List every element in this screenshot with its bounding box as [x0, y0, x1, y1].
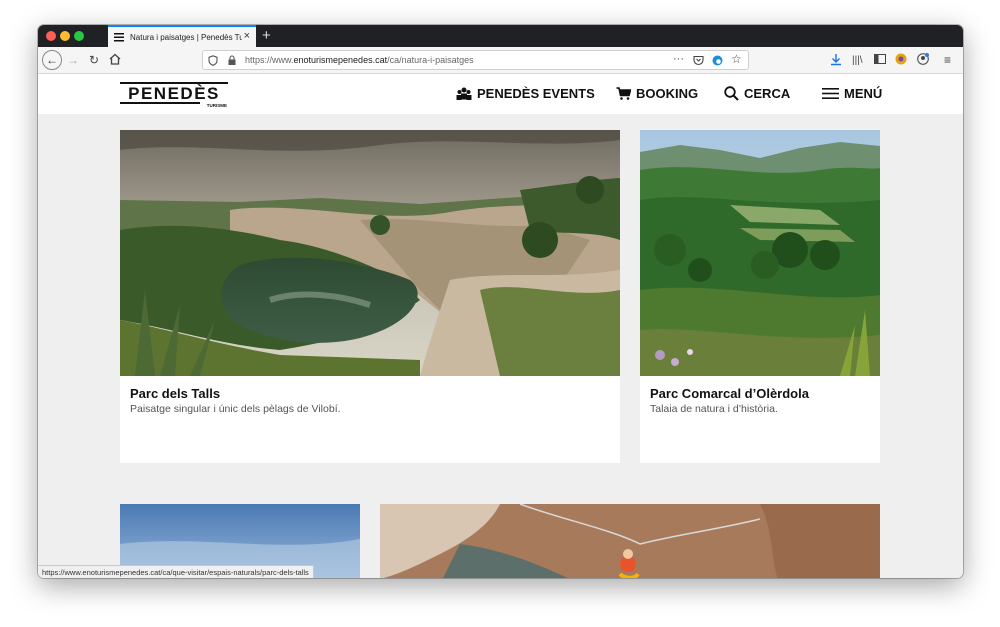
forward-button[interactable]: → — [67, 52, 79, 68]
sidebar-icon[interactable] — [874, 54, 886, 64]
nav-toolbar: ← → ↻ https://www.enoturismepenedes.cat/… — [38, 47, 963, 74]
new-tab-button[interactable]: + — [262, 25, 271, 47]
nav-booking[interactable]: BOOKING — [616, 86, 698, 101]
account-icon[interactable] — [917, 53, 929, 65]
page-content: PENEDÈS TURISME PENEDÈS EVENTS BOOKING C… — [38, 74, 963, 578]
nav-menu[interactable]: MENÚ — [822, 86, 882, 101]
nav-events-label: PENEDÈS EVENTS — [477, 86, 595, 101]
nav-search-label: CERCA — [744, 86, 791, 101]
bookmark-star-icon[interactable]: ☆ — [731, 52, 742, 66]
status-bar-url: https://www.enoturismepenedes.cat/ca/que… — [38, 565, 314, 578]
svg-text:TURISME: TURISME — [207, 103, 227, 108]
hamburger-menu-icon[interactable]: ≡ — [944, 52, 951, 68]
card-description: Talaia de natura i d’història. — [650, 403, 778, 415]
extension-icon[interactable] — [895, 53, 907, 65]
library-icon[interactable]: |||\ — [852, 53, 863, 69]
zipline-cave-photo[interactable] — [380, 504, 880, 578]
minimize-window-button[interactable] — [60, 31, 70, 41]
site-header: PENEDÈS TURISME PENEDÈS EVENTS BOOKING C… — [38, 74, 963, 114]
reload-button[interactable]: ↻ — [89, 52, 99, 68]
penedes-logo[interactable]: PENEDÈS TURISME — [120, 82, 228, 108]
tab-title: Natura i paisatges | Penedès Tu — [130, 32, 242, 42]
card-title[interactable]: Parc Comarcal d’Olèrdola — [650, 386, 809, 401]
card-parc-dels-talls[interactable]: Parc dels Talls Paisatge singular i únic… — [120, 130, 620, 463]
tab-close-icon[interactable]: × — [244, 30, 250, 42]
nav-booking-label: BOOKING — [636, 86, 699, 101]
close-window-button[interactable] — [46, 31, 56, 41]
svg-text:PENEDÈS: PENEDÈS — [128, 84, 220, 103]
home-icon[interactable] — [109, 53, 121, 65]
address-bar[interactable]: https://www.enoturismepenedes.cat/ca/nat… — [202, 50, 749, 70]
card-partial-right[interactable] — [380, 504, 880, 578]
card-description: Paisatge singular i únic dels pèlags de … — [130, 403, 341, 415]
search-icon — [724, 86, 739, 101]
back-button[interactable]: ← — [42, 50, 62, 70]
nav-menu-label: MENÚ — [844, 86, 883, 101]
card-title[interactable]: Parc dels Talls — [130, 386, 220, 401]
cart-icon — [616, 87, 631, 100]
browser-window: Natura i paisatges | Penedès Tu × + ← → … — [38, 25, 963, 578]
edge-extension-icon[interactable] — [712, 55, 723, 66]
card-parc-olerdola[interactable]: Parc Comarcal d’Olèrdola Talaia de natur… — [640, 130, 880, 463]
page-actions-icon[interactable]: ··· — [673, 53, 684, 65]
nav-events[interactable]: PENEDÈS EVENTS — [456, 86, 595, 101]
maximize-window-button[interactable] — [74, 31, 84, 41]
site-favicon-icon — [114, 32, 124, 41]
tab-bar: Natura i paisatges | Penedès Tu × + — [38, 25, 963, 47]
url-text[interactable]: https://www.enoturismepenedes.cat/ca/nat… — [245, 55, 474, 65]
green-valley-photo[interactable] — [640, 130, 880, 376]
menu-icon — [822, 88, 839, 99]
people-icon — [456, 87, 472, 100]
nav-search[interactable]: CERCA — [724, 86, 790, 101]
shield-icon[interactable] — [208, 55, 218, 66]
lake-cliffs-photo[interactable] — [120, 130, 620, 376]
downloads-icon[interactable] — [830, 53, 842, 66]
lock-icon[interactable] — [228, 55, 236, 66]
pocket-icon[interactable] — [693, 55, 704, 66]
tab-active[interactable]: Natura i paisatges | Penedès Tu × — [108, 25, 256, 47]
